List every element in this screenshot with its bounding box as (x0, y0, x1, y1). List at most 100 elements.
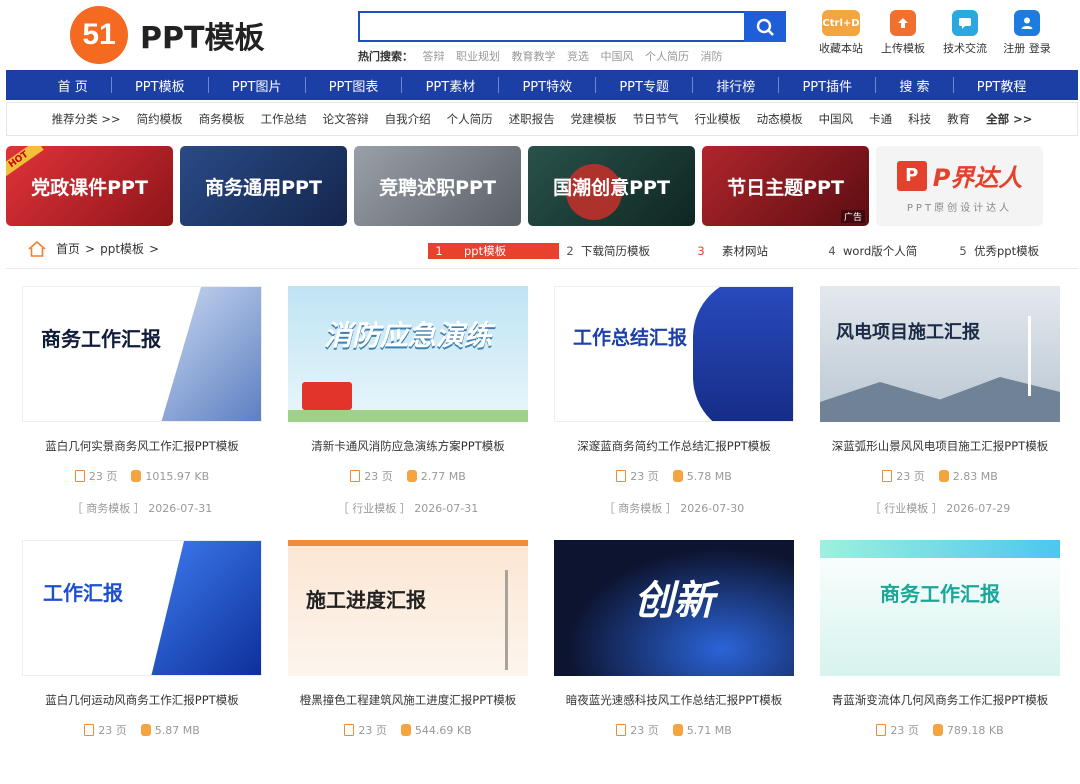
template-title[interactable]: 蓝白几何实景商务风工作汇报PPT模板 (16, 438, 268, 454)
login-button[interactable]: 注册 登录 (996, 10, 1058, 56)
page-count: 23 页 (364, 470, 393, 483)
chat-button[interactable]: 技术交流 (934, 10, 996, 56)
template-card[interactable]: 工作汇报 蓝白几何运动风商务工作汇报PPT模板 23 页 5.87 MB (16, 536, 266, 784)
template-thumbnail[interactable]: 工作汇报 (22, 540, 262, 676)
category-item[interactable]: 论文答辩 (323, 111, 369, 127)
banner-campaign[interactable]: 竞聘述职PPT (354, 146, 521, 226)
category-item[interactable]: 简约模板 (137, 111, 183, 127)
nav-item-ppt-effects[interactable]: PPT特效 (522, 76, 572, 95)
template-card[interactable]: 风电项目施工汇报 深蓝弧形山景风风电项目施工汇报PPT模板 23 页 2.83 M… (814, 282, 1064, 530)
template-thumbnail[interactable]: 商务工作汇报 (820, 540, 1060, 676)
template-thumbnail[interactable]: 创新 (554, 540, 794, 676)
banner-title: 商务通用PPT (205, 176, 322, 199)
nav-item-search[interactable]: 搜 索 (899, 76, 929, 95)
nav-item-ppt-assets[interactable]: PPT素材 (426, 76, 476, 95)
nav-divider (304, 77, 306, 93)
category-tag[interactable]: ［ 商务模板 ］ (72, 502, 145, 515)
nav-item-home[interactable]: 首 页 (58, 76, 88, 95)
category-item[interactable]: 中国风 (819, 111, 854, 127)
site-logo[interactable]: 51 PPT模板 (70, 6, 264, 64)
category-tag[interactable]: ［ 商务模板 ］ (604, 502, 677, 515)
template-meta: 23 页 2.77 MB (282, 468, 534, 484)
hot-term[interactable]: 职业规划 (456, 50, 500, 63)
category-item[interactable]: 工作总结 (261, 111, 307, 127)
category-all-link[interactable]: 全部 >> (986, 111, 1032, 127)
template-title[interactable]: 暗夜蓝光速感科技风工作总结汇报PPT模板 (548, 692, 800, 708)
ranking-item[interactable]: 1 ppt模板 (428, 243, 559, 259)
mountain-image (820, 377, 1060, 422)
category-item[interactable]: 动态模板 (757, 111, 803, 127)
template-thumbnail[interactable]: 消防应急演练 (288, 286, 528, 422)
template-card[interactable]: 商务工作汇报 蓝白几何实景商务风工作汇报PPT模板 23 页 1015.97 KB… (16, 282, 266, 530)
nav-item-ppt-templates[interactable]: PPT模板 (135, 76, 185, 95)
rank-number: 2 (566, 244, 574, 258)
tool-label: 技术交流 (943, 42, 987, 55)
category-tag[interactable]: ［ 行业模板 ］ (870, 502, 943, 515)
category-item[interactable]: 述职报告 (509, 111, 555, 127)
search-input[interactable] (360, 13, 744, 40)
publish-date: 2026-07-30 (680, 502, 745, 515)
category-item[interactable]: 科技 (908, 111, 931, 127)
bookmark-button[interactable]: Ctrl+D 收藏本站 (810, 10, 872, 56)
nav-item-ppt-tutorials[interactable]: PPT教程 (977, 76, 1027, 95)
nav-item-ppt-topics[interactable]: PPT专题 (619, 76, 669, 95)
banner-party[interactable]: HOT 党政课件PPT (6, 146, 173, 226)
banner-guochao[interactable]: 国潮创意PPT (528, 146, 695, 226)
hot-term[interactable]: 教育教学 (512, 50, 556, 63)
category-item[interactable]: 商务模板 (199, 111, 245, 127)
template-thumbnail[interactable]: 风电项目施工汇报 (820, 286, 1060, 422)
page-icon (74, 470, 85, 482)
ranking-item[interactable]: 2 下载简历模板 (559, 243, 690, 259)
category-item[interactable]: 党建模板 (571, 111, 617, 127)
upload-button[interactable]: 上传模板 (872, 10, 934, 56)
file-size: 2.83 MB (952, 469, 998, 483)
template-card[interactable]: 工作总结汇报 深邃蓝商务简约工作总结汇报PPT模板 23 页 5.78 MB ［ … (548, 282, 798, 530)
category-item[interactable]: 教育 (947, 111, 970, 127)
template-title[interactable]: 清新卡通风消防应急演练方案PPT模板 (282, 438, 534, 454)
category-item[interactable]: 自我介绍 (385, 111, 431, 127)
page-count: 23 页 (896, 470, 925, 483)
template-card[interactable]: 商务工作汇报 青蓝渐变流体几何风商务工作汇报PPT模板 23 页 789.18 K… (814, 536, 1064, 784)
ranking-item[interactable]: 3 素材网站 (690, 243, 821, 259)
thumbnail-title: 风电项目施工汇报 (836, 322, 980, 343)
template-card[interactable]: 消防应急演练 清新卡通风消防应急演练方案PPT模板 23 页 2.77 MB ［ … (282, 282, 532, 530)
template-title[interactable]: 青蓝渐变流体几何风商务工作汇报PPT模板 (814, 692, 1066, 708)
breadcrumb-home[interactable]: 首页 (56, 240, 80, 257)
hot-term[interactable]: 竞选 (567, 50, 589, 63)
template-thumbnail[interactable]: 商务工作汇报 (22, 286, 262, 422)
template-meta: 23 页 789.18 KB (814, 722, 1066, 738)
fire-truck-image (302, 382, 352, 410)
banner-pjie[interactable]: P P界达人 PPT原创设计达人 (876, 146, 1043, 226)
ranking-item[interactable]: 5 优秀ppt模板 (952, 243, 1062, 259)
banner-festival[interactable]: 节日主题PPT 广告 (702, 146, 869, 226)
template-card[interactable]: 施工进度汇报 橙黑撞色工程建筑风施工进度汇报PPT模板 23 页 544.69 K… (282, 536, 532, 784)
ranking-item[interactable]: 4 word版个人简 (821, 243, 952, 259)
template-card[interactable]: 创新 暗夜蓝光速感科技风工作总结汇报PPT模板 23 页 5.71 MB (548, 536, 798, 784)
nav-item-rankings[interactable]: 排行榜 (716, 76, 755, 95)
category-item[interactable]: 节日节气 (633, 111, 679, 127)
template-thumbnail[interactable]: 工作总结汇报 (554, 286, 794, 422)
search-button[interactable] (744, 11, 786, 42)
breadcrumb-current[interactable]: ppt模板 (100, 240, 144, 257)
nav-item-ppt-images[interactable]: PPT图片 (232, 76, 282, 95)
home-icon[interactable] (28, 240, 46, 257)
nav-divider (692, 77, 694, 93)
template-thumbnail[interactable]: 施工进度汇报 (288, 540, 528, 676)
runner-image (151, 541, 261, 675)
template-title[interactable]: 蓝白几何运动风商务工作汇报PPT模板 (16, 692, 268, 708)
nav-item-ppt-charts[interactable]: PPT图表 (329, 76, 379, 95)
category-item[interactable]: 卡通 (869, 111, 892, 127)
file-size: 544.69 KB (414, 723, 472, 737)
category-tag[interactable]: ［ 行业模板 ］ (338, 502, 411, 515)
template-title[interactable]: 深蓝弧形山景风风电项目施工汇报PPT模板 (814, 438, 1066, 454)
hot-term[interactable]: 消防 (701, 50, 723, 63)
hot-term[interactable]: 中国风 (601, 50, 634, 63)
hot-term[interactable]: 个人简历 (645, 50, 689, 63)
template-title[interactable]: 橙黑撞色工程建筑风施工进度汇报PPT模板 (282, 692, 534, 708)
template-title[interactable]: 深邃蓝商务简约工作总结汇报PPT模板 (548, 438, 800, 454)
hot-term[interactable]: 答辩 (423, 50, 445, 63)
category-item[interactable]: 行业模板 (695, 111, 741, 127)
banner-business[interactable]: 商务通用PPT (180, 146, 347, 226)
nav-item-ppt-plugins[interactable]: PPT插件 (802, 76, 852, 95)
category-item[interactable]: 个人简历 (447, 111, 493, 127)
